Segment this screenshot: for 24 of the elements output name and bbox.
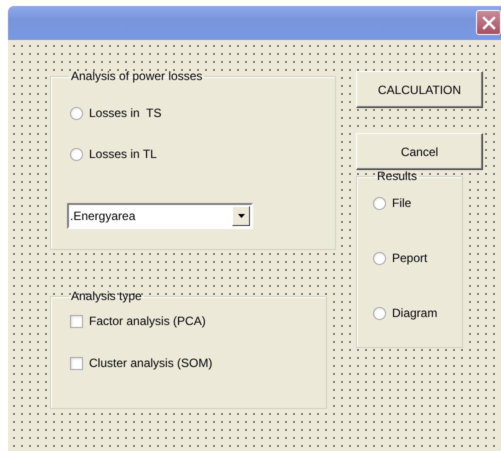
checkbox[interactable] [70, 356, 83, 370]
dropdown-arrow-button[interactable] [232, 206, 250, 226]
radio-label: File [392, 195, 412, 212]
checkbox-label: Factor analysis (PCA) [89, 313, 206, 330]
frame-title: Analysis of power losses [70, 70, 204, 82]
caret-icon [238, 214, 244, 218]
calculation-button[interactable]: CALCULATION [356, 71, 483, 108]
radio-label: Losses in TS [89, 105, 162, 122]
frame-title: Analysis type [70, 290, 143, 302]
close-icon [482, 16, 496, 30]
radio-label: Losses in TL [89, 146, 157, 163]
radio-label: Diagram [392, 305, 438, 322]
radio-button[interactable] [70, 106, 83, 120]
radio-button[interactable] [373, 196, 386, 210]
radio-button[interactable] [373, 306, 386, 320]
cancel-button[interactable]: Cancel [356, 133, 483, 170]
close-button[interactable] [476, 10, 501, 35]
radio-button[interactable] [373, 252, 386, 264]
checkbox[interactable] [70, 314, 83, 328]
radio-label: Peport [392, 250, 428, 267]
dropdown-field[interactable]: .Energyarea [67, 203, 253, 229]
checkbox-label: Cluster analysis (SOM) [89, 355, 212, 372]
radio-button[interactable] [70, 148, 83, 160]
frame-title: Results [376, 170, 418, 182]
